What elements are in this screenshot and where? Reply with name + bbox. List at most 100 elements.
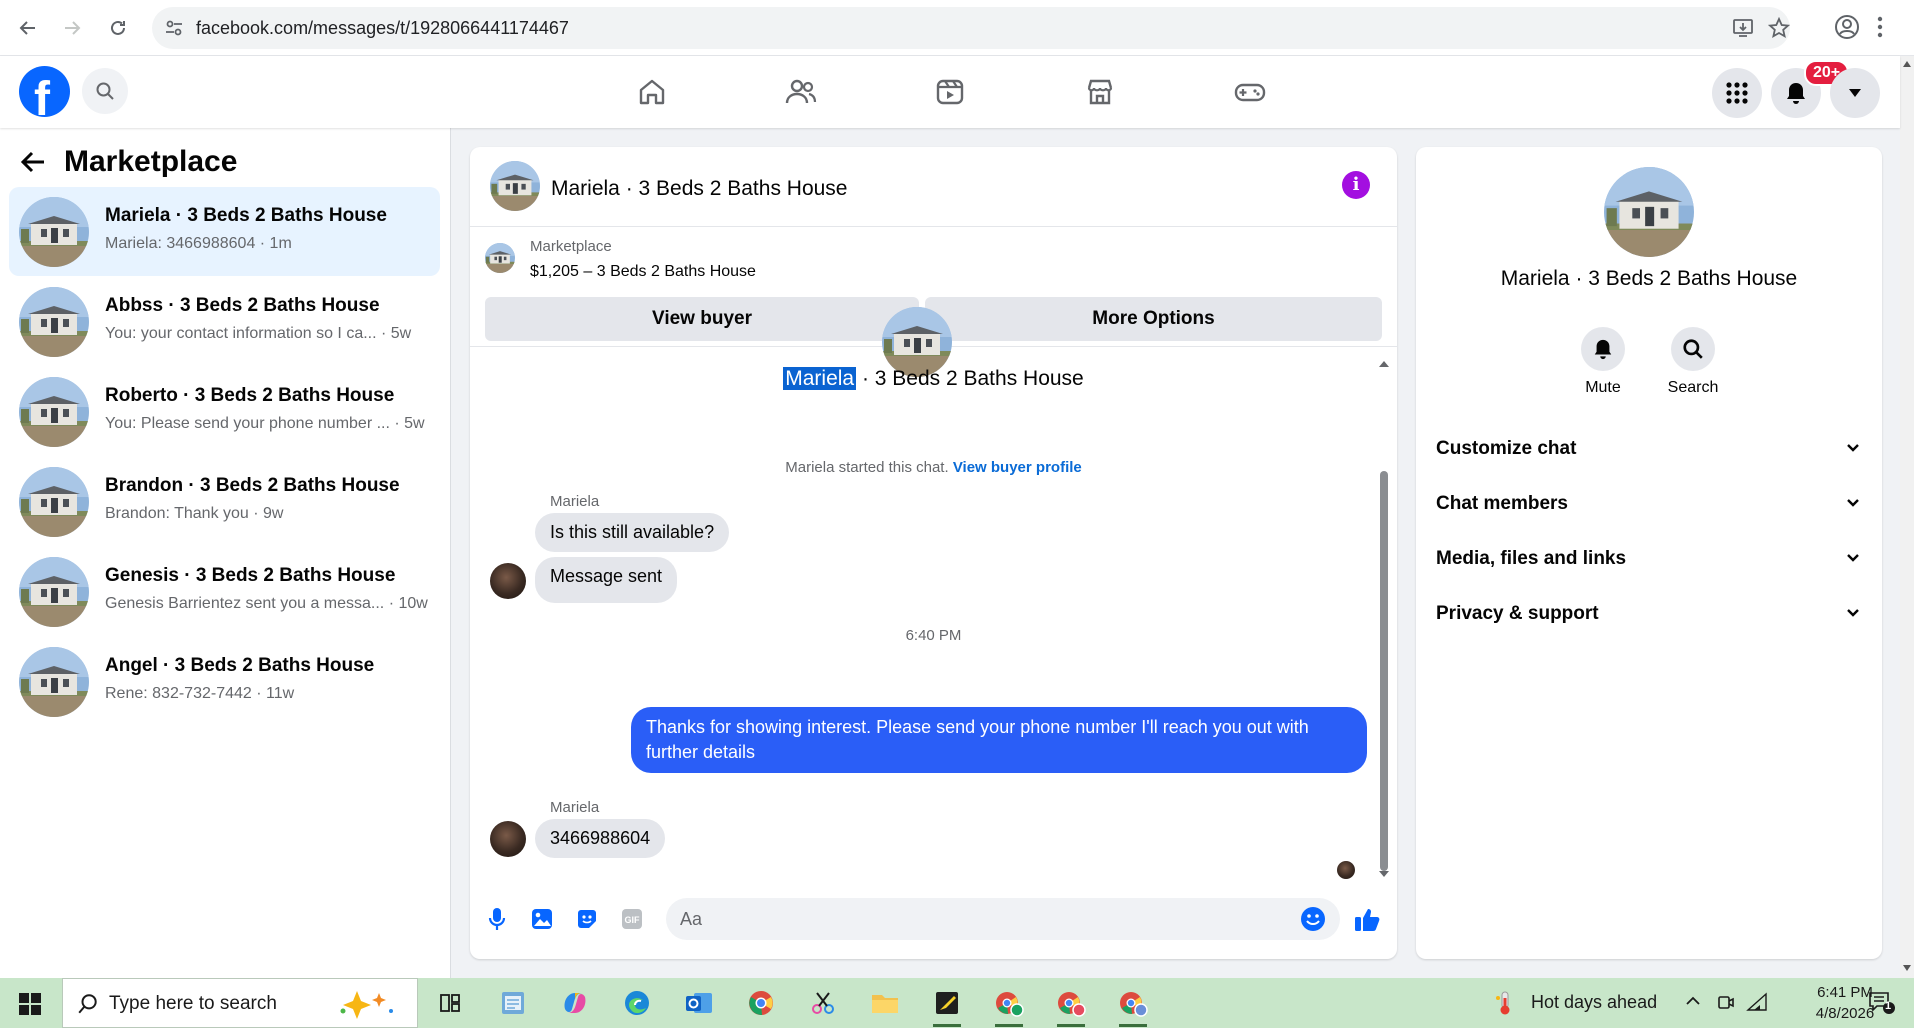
search-button[interactable] [82,68,128,114]
conversation-item[interactable]: Abbss · 3 Beds 2 Baths House You: your co… [9,277,440,366]
listing-title[interactable]: $1,205 – 3 Beds 2 Baths House [530,263,756,281]
menu-grid-button[interactable] [1712,68,1762,118]
conversation-preview: You: your contact information so I ca...… [105,325,412,342]
taskbar-search[interactable]: Type here to search [62,978,418,1028]
task-view-icon[interactable] [430,985,470,1021]
listing-thumbnail[interactable] [485,243,515,273]
search-icon [77,993,99,1015]
conversation-avatar [19,467,89,537]
outlook-app-icon[interactable] [679,985,719,1021]
search-icon [1682,338,1704,360]
conversation-item[interactable]: Roberto · 3 Beds 2 Baths House You: Pleas… [9,367,440,456]
incoming-message[interactable]: Message sent [535,557,678,603]
conversation-preview: Mariela: 3466988604 · 1m [105,235,292,252]
conversation-preview: Brandon: Thank you · 9w [105,505,284,522]
search-in-chat-button[interactable]: Search [1648,327,1738,397]
chat-scrollbar[interactable] [1378,359,1390,879]
search-icon [95,81,115,101]
url-text[interactable]: facebook.com/messages/t/1928066441174467 [196,18,569,39]
account-button[interactable] [1830,68,1880,118]
conversation-name: Roberto · 3 Beds 2 Baths House [105,385,395,406]
chat-avatar[interactable] [490,161,540,211]
info-icon[interactable]: i [1342,171,1370,199]
view-buyer-profile-link[interactable]: View buyer profile [953,459,1082,476]
facebook-logo[interactable]: f [19,66,70,126]
chrome-profile-2-icon[interactable] [1051,985,1091,1027]
sender-avatar[interactable] [490,563,526,599]
wifi-icon[interactable] [1746,992,1768,1012]
notepad-app-icon[interactable] [493,985,533,1021]
conversation-item[interactable]: Brandon · 3 Beds 2 Baths House Brandon: T… [9,457,440,546]
bookmark-star-icon[interactable] [1768,17,1790,39]
gif-icon[interactable]: GIF [617,904,647,934]
video-icon[interactable] [928,70,972,114]
privacy-support-section[interactable]: Privacy & support [1436,595,1860,635]
customize-chat-section[interactable]: Customize chat [1436,430,1860,470]
message-thread[interactable]: Mariela · 3 Beds 2 Baths House Mariela s… [470,307,1397,882]
scrollbar-thumb[interactable] [1380,471,1388,871]
marketplace-label: Marketplace [530,238,612,255]
conversation-name: Abbss · 3 Beds 2 Baths House [105,295,380,316]
gaming-icon[interactable] [1228,70,1272,114]
chrome-app-icon[interactable] [741,985,781,1021]
weather-icon[interactable] [1494,990,1516,1016]
conversation-item[interactable]: Mariela · 3 Beds 2 Baths House Mariela: 3… [9,187,440,276]
weather-text[interactable]: Hot days ahead [1531,992,1657,1013]
thumbs-up-icon[interactable] [1352,904,1382,934]
back-arrow-icon[interactable] [14,14,42,42]
file-explorer-icon[interactable] [865,985,905,1021]
marketplace-icon[interactable] [1078,70,1122,114]
site-settings-icon[interactable] [164,18,184,38]
address-bar[interactable]: facebook.com/messages/t/1928066441174467 [152,7,1790,49]
media-files-links-section[interactable]: Media, files and links [1436,540,1860,580]
conversation-avatar [19,287,89,357]
sticker-icon[interactable] [572,904,602,934]
sender-name: Mariela [550,799,600,816]
emoji-icon[interactable] [1300,906,1326,932]
edge-browser-icon[interactable] [617,985,657,1021]
incoming-message[interactable]: 3466988604 [535,819,666,858]
chrome-profile-3-icon[interactable] [1113,985,1153,1027]
meet-now-icon[interactable] [1716,992,1736,1012]
friends-icon[interactable] [778,70,822,114]
outgoing-message[interactable]: Thanks for showing interest. Please send… [631,707,1367,773]
conversation-name: Mariela · 3 Beds 2 Baths House [105,205,387,226]
chat-members-section[interactable]: Chat members [1436,485,1860,525]
chevron-down-icon [1846,607,1860,617]
message-input[interactable]: Aa [666,898,1340,940]
browser-menu-icon[interactable] [1876,14,1884,40]
highlighted-name: Mariela [783,367,857,390]
bell-icon [1784,81,1808,105]
back-arrow-icon[interactable] [20,150,46,174]
copilot-app-icon[interactable] [555,985,595,1021]
notification-count: 1 [1885,1000,1892,1012]
conversation-name: Brandon · 3 Beds 2 Baths House [105,475,400,496]
reload-icon[interactable] [104,14,132,42]
profile-avatar[interactable] [1604,167,1694,257]
page-scrollbar[interactable] [1900,56,1914,978]
sticky-notes-icon[interactable] [927,985,967,1027]
notification-center-icon[interactable] [1868,990,1896,1016]
install-app-icon[interactable] [1732,17,1754,39]
sender-avatar[interactable] [490,821,526,857]
intro-name-rest: · 3 Beds 2 Baths House [856,367,1084,390]
view-buyer-button[interactable]: View buyer [485,297,919,341]
conversation-item[interactable]: Angel · 3 Beds 2 Baths House Rene: 832-73… [9,637,440,726]
more-options-button[interactable]: More Options [925,297,1382,341]
conversation-preview: You: Please send your phone number ... ·… [105,415,425,432]
mute-button[interactable]: Mute [1558,327,1648,397]
profile-icon[interactable] [1834,14,1860,40]
home-icon[interactable] [630,70,674,114]
chrome-profile-1-icon[interactable] [989,985,1029,1027]
chat-panel: Mariela · 3 Beds 2 Baths House i Marketp… [470,147,1397,959]
chat-title[interactable]: Mariela · 3 Beds 2 Baths House [551,177,847,201]
conversation-preview: Rene: 832-732-7442 · 11w [105,685,295,702]
photo-icon[interactable] [527,904,557,934]
conversation-item[interactable]: Genesis · 3 Beds 2 Baths House Genesis Ba… [9,547,440,636]
chevron-up-icon[interactable] [1684,992,1702,1010]
windows-start-icon[interactable] [18,992,42,1016]
forward-arrow-icon[interactable] [58,14,86,42]
microphone-icon[interactable] [482,904,512,934]
incoming-message[interactable]: Is this still available? [535,513,730,552]
snipping-tool-icon[interactable] [803,985,843,1021]
